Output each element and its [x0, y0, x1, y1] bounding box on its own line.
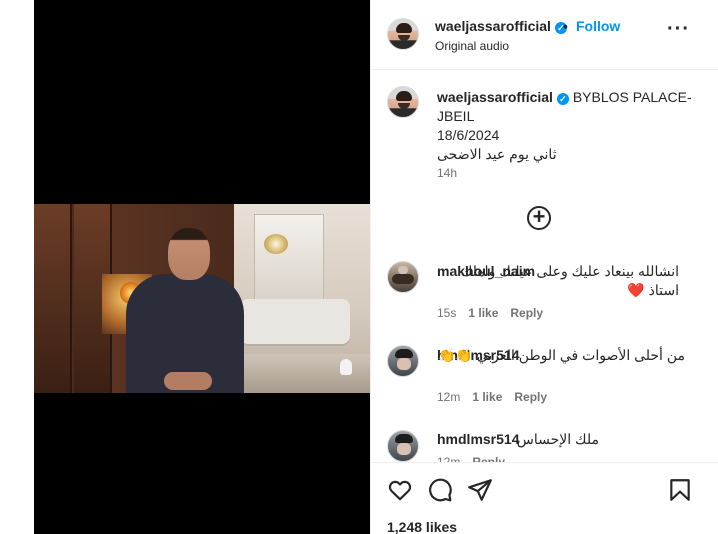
comment-icon[interactable] — [427, 477, 453, 503]
bookmark-icon[interactable] — [667, 477, 693, 503]
separator-dot: • — [563, 18, 568, 34]
follow-button[interactable]: Follow — [576, 18, 620, 34]
caption-username[interactable]: waeljassarofficial ✓ — [437, 89, 569, 105]
comment-text: من أحلى الأصوات في الوطن العربي 👏👏 — [437, 347, 685, 363]
verified-icon: ✓ — [556, 93, 569, 105]
comment-likes[interactable]: 1 like — [468, 306, 498, 320]
comment-avatar[interactable] — [387, 345, 419, 377]
video-frame[interactable] — [34, 204, 370, 393]
post-media[interactable] — [34, 0, 370, 534]
more-options-icon[interactable]: ··· — [667, 19, 689, 44]
comment-text: ملك الإحساس — [516, 431, 599, 447]
comment-text: انشالله بينعاد عليك وعلى عيلتك واهلك است… — [460, 263, 679, 298]
caption-date: 18/6/2024 — [437, 127, 500, 143]
likes-count[interactable]: 1,248 likes — [387, 519, 457, 534]
dog — [340, 359, 352, 375]
chandelier — [264, 234, 288, 254]
caption-time[interactable]: 14h — [437, 166, 457, 180]
comment-meta: 12m 1 like Reply — [437, 390, 559, 404]
load-more-comments-icon[interactable]: + — [527, 206, 551, 230]
author-avatar[interactable] — [387, 18, 419, 50]
comment-time[interactable]: 15s — [437, 306, 456, 320]
action-bar: 1,248 likes — [371, 462, 718, 534]
reply-button[interactable]: Reply — [514, 390, 547, 404]
person-head — [168, 228, 210, 280]
video-window — [254, 214, 324, 304]
post-header: waeljassarofficial ✓ • Follow Original au… — [371, 0, 718, 70]
author-username[interactable]: waeljassarofficial ✓ — [435, 18, 567, 34]
post-panel: waeljassarofficial ✓ • Follow Original au… — [370, 0, 718, 534]
caption-avatar[interactable] — [387, 86, 419, 118]
audio-label[interactable]: Original audio — [435, 39, 509, 53]
comment-meta: 15s 1 like Reply — [437, 306, 555, 320]
reply-button[interactable]: Reply — [510, 306, 543, 320]
share-icon[interactable] — [467, 477, 493, 503]
comment-time[interactable]: 12m — [437, 390, 460, 404]
heart-icon[interactable] — [387, 477, 413, 503]
sofa — [240, 299, 350, 344]
page-margin — [0, 0, 34, 534]
comment-avatar[interactable] — [387, 430, 419, 462]
comment-likes[interactable]: 1 like — [472, 390, 502, 404]
person-hands — [164, 372, 212, 390]
caption-text: ثاني يوم عيد الاضحى — [437, 146, 557, 162]
comment-avatar[interactable] — [387, 261, 419, 293]
post-caption: waeljassarofficial ✓ BYBLOS PALACE-JBEIL … — [437, 88, 707, 164]
